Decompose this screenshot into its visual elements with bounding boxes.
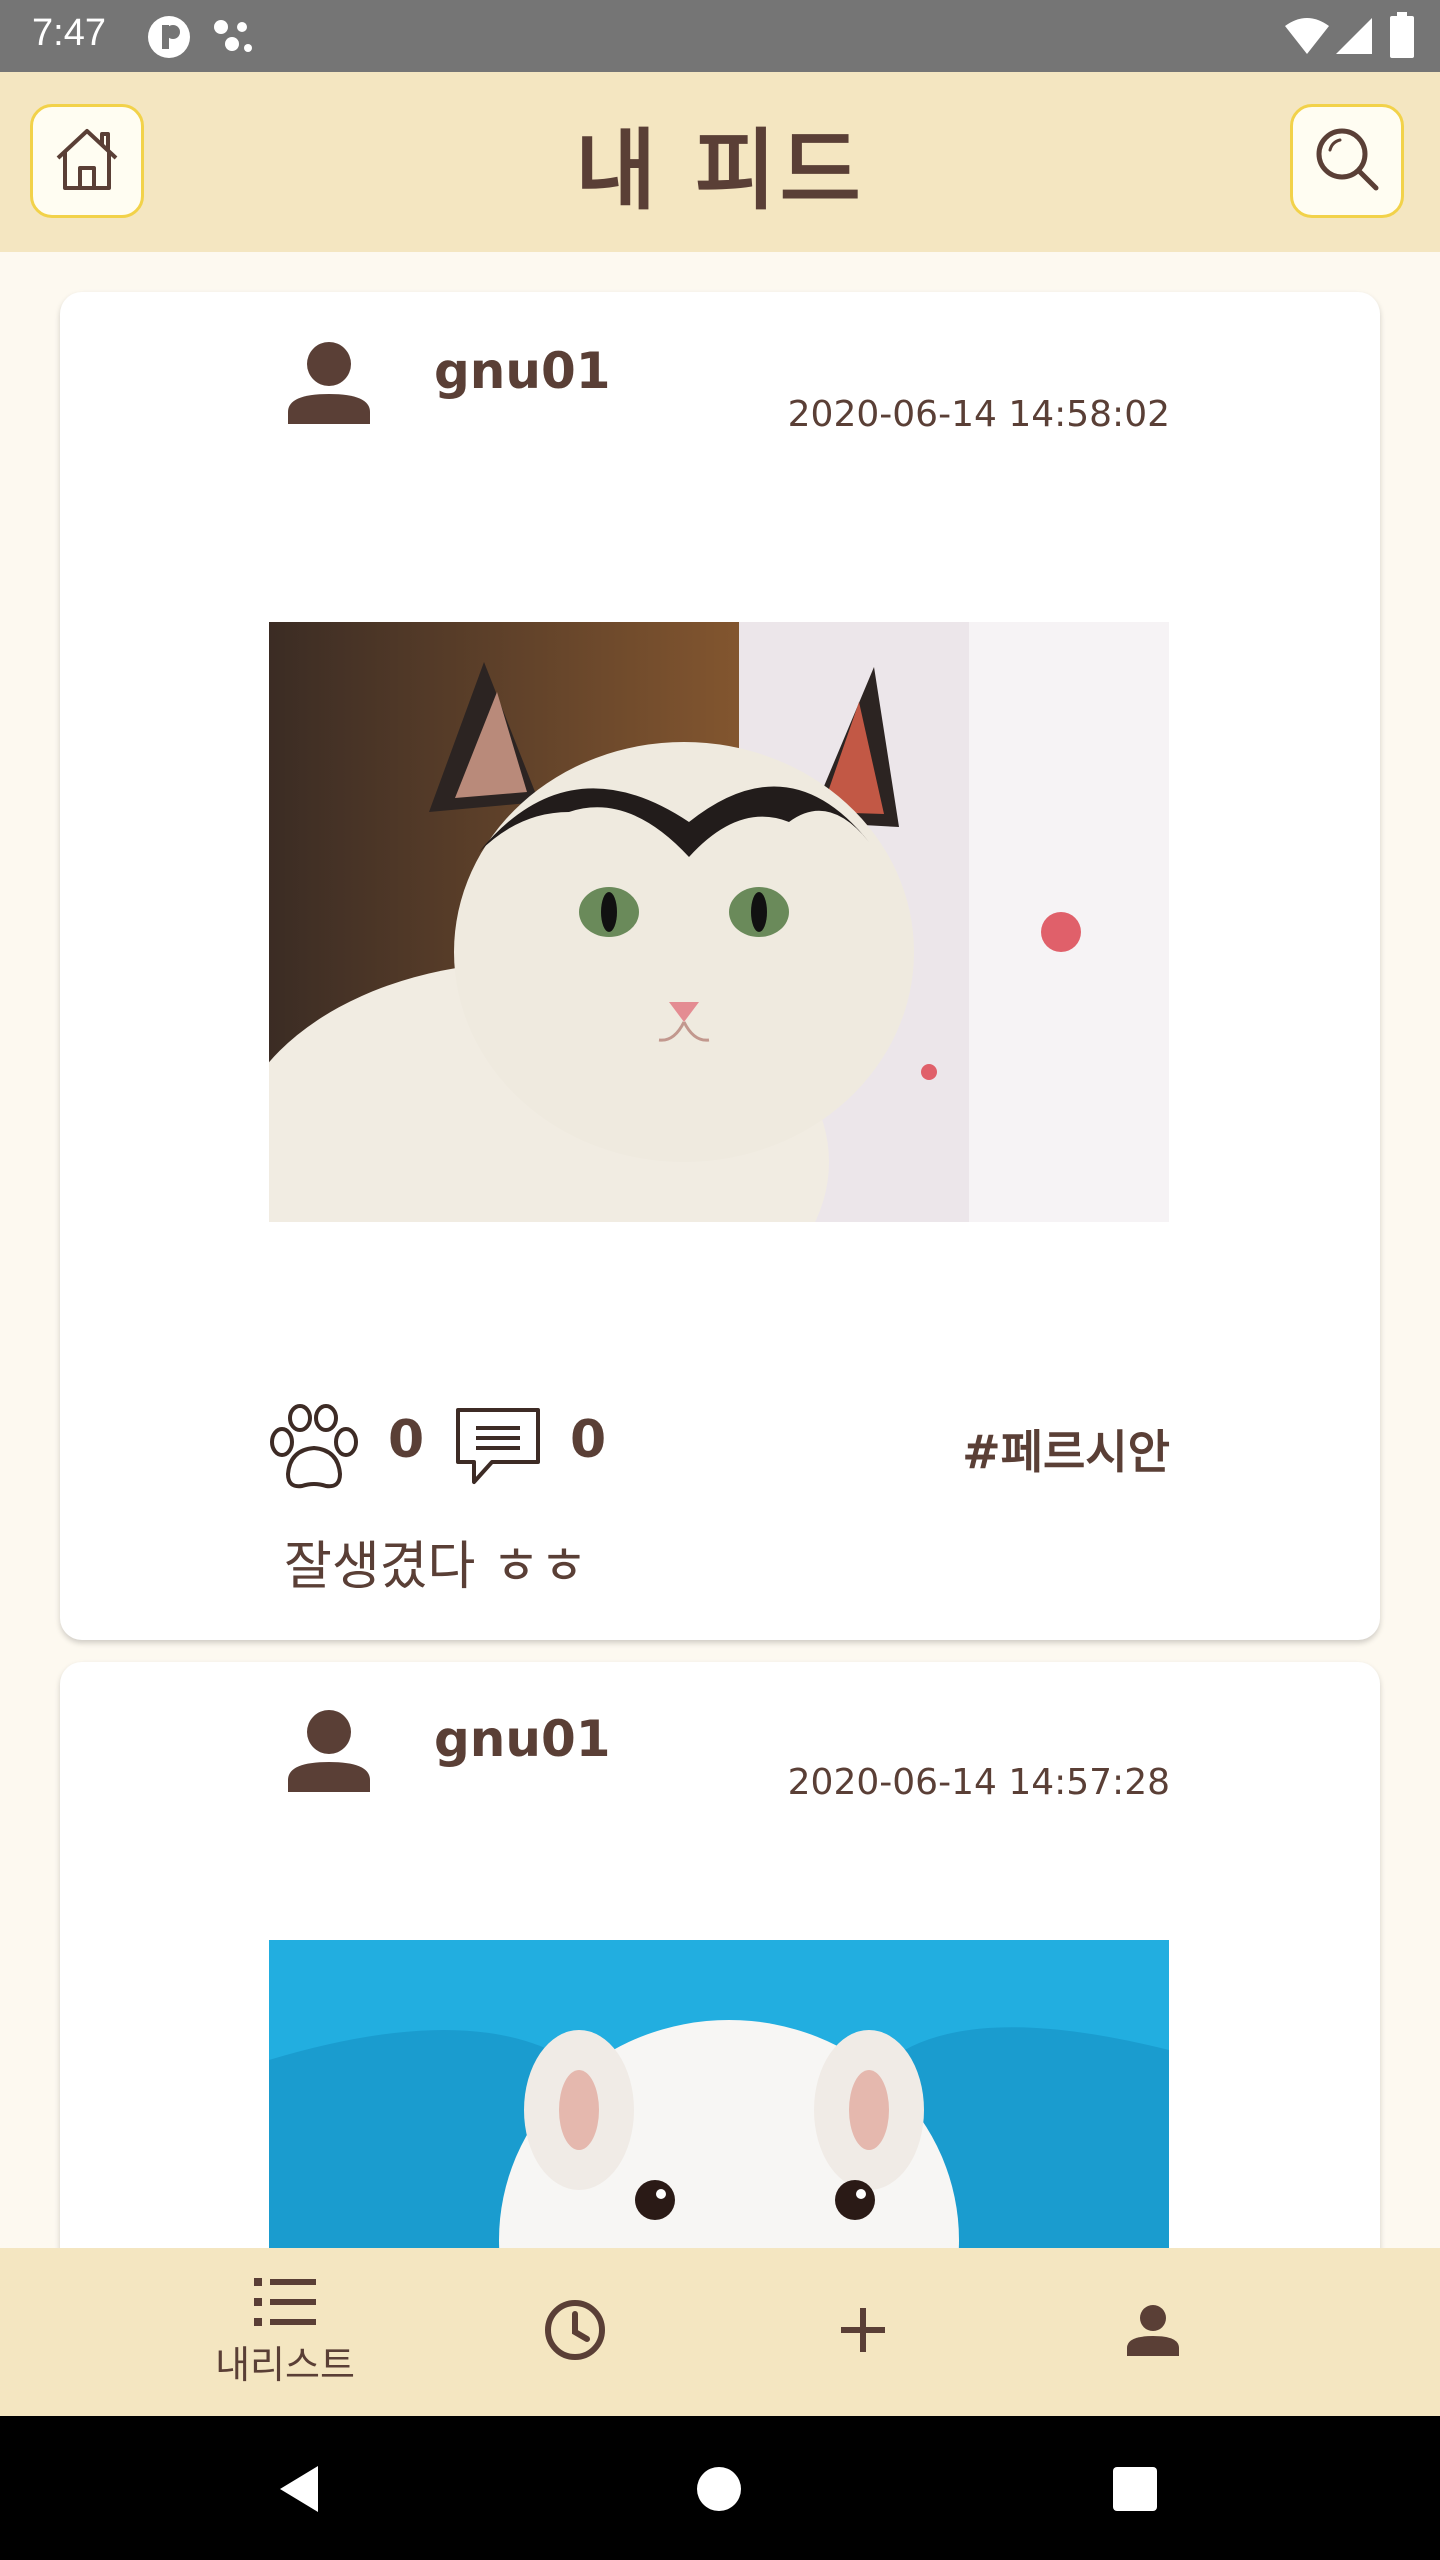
person-icon: [1125, 2302, 1181, 2362]
post-caption: 잘생겼다 ㅎㅎ: [284, 1537, 588, 1597]
bottom-navigation: 내리스트: [0, 2248, 1440, 2416]
post-photo[interactable]: [269, 622, 1169, 1222]
search-button[interactable]: [1290, 104, 1404, 218]
feed-list[interactable]: gnu01 2020-06-14 14:58:02 0 0 #페르시안 잘생겼다…: [0, 252, 1440, 2248]
user-avatar-icon: [286, 1708, 372, 1798]
page-title: 내 피드: [575, 119, 865, 222]
list-icon: [254, 2276, 316, 2332]
nav-profile[interactable]: [1008, 2248, 1298, 2416]
system-navigation-bar: [0, 2416, 1440, 2560]
p-app-icon: [146, 14, 192, 64]
post-hashtag[interactable]: #페르시안: [962, 1416, 1170, 1482]
wifi-icon: [1284, 16, 1330, 60]
dots-app-icon: [212, 18, 258, 62]
post-username[interactable]: gnu01: [434, 1710, 611, 1768]
comment-count: 0: [570, 1410, 607, 1470]
post-photo[interactable]: [269, 1940, 1169, 2248]
post-username[interactable]: gnu01: [434, 342, 611, 400]
post-card[interactable]: gnu01 2020-06-14 14:58:02 0 0 #페르시안 잘생겼다…: [60, 292, 1380, 1640]
status-time: 7:47: [32, 12, 106, 54]
post-timestamp: 2020-06-14 14:57:28: [787, 1762, 1170, 1803]
back-icon[interactable]: [276, 2464, 322, 2518]
comment-icon[interactable]: [452, 1404, 544, 1492]
clock-icon: [543, 2298, 607, 2366]
search-icon: [1310, 122, 1384, 200]
nav-my-list[interactable]: 내리스트: [140, 2248, 430, 2416]
home-circle-icon[interactable]: [696, 2466, 742, 2516]
status-bar: 7:47: [0, 0, 1440, 72]
post-card[interactable]: gnu01 2020-06-14 14:57:28: [60, 1662, 1380, 2248]
battery-icon: [1390, 12, 1414, 62]
recents-icon[interactable]: [1112, 2466, 1158, 2516]
nav-history[interactable]: [430, 2248, 720, 2416]
nav-my-list-label: 내리스트: [215, 2342, 355, 2387]
like-count: 0: [388, 1410, 425, 1470]
app-header: 내 피드: [0, 72, 1440, 252]
nav-add-post[interactable]: [718, 2248, 1008, 2416]
post-timestamp: 2020-06-14 14:58:02: [787, 394, 1170, 435]
plus-icon: [837, 2304, 889, 2360]
signal-icon: [1334, 16, 1374, 60]
user-avatar-icon: [286, 340, 372, 430]
paw-like-icon[interactable]: [268, 1404, 360, 1494]
